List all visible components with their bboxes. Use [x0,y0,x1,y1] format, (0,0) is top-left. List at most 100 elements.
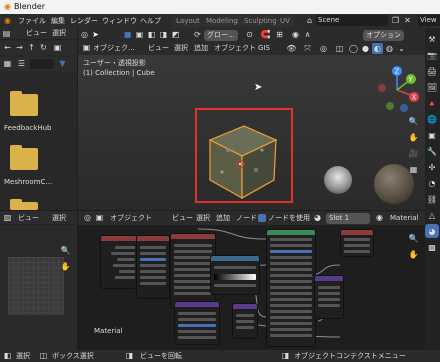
node-view-menu[interactable]: ビュー [172,214,193,223]
shading-options-icon[interactable]: ⌄ [396,43,407,54]
scene-selector[interactable]: Scene [316,15,388,26]
constraints-tab-icon[interactable]: ⛓ [425,192,439,206]
navigation-gizmo[interactable]: Z Y X [374,64,420,112]
uv-grid-canvas[interactable] [8,257,64,315]
overlay-icon[interactable]: ◎ [318,43,329,54]
image-select-menu[interactable]: 選択 [52,214,66,223]
select-extend-icon[interactable]: ▣ [134,29,145,40]
visibility-icon[interactable]: 👁 [286,43,297,54]
tab-modeling[interactable]: Modeling [202,15,242,27]
folder-name-label[interactable]: FeedbackHub [4,124,51,133]
pan-hand-icon[interactable]: ✋ [408,249,419,260]
viewport-view-menu[interactable]: ビュー [148,44,169,53]
options-dropdown[interactable]: オプション [363,30,404,41]
tab-uv[interactable]: UV [276,15,294,27]
node-add-menu[interactable]: 追加 [216,214,230,223]
file-search-input[interactable] [30,59,54,69]
parent-dir-icon[interactable]: ↑ [26,42,37,53]
material-shading-icon[interactable]: ◐ [372,43,383,54]
file-select-menu[interactable]: 選択 [52,29,66,38]
gizmo-icon[interactable]: ⤧ [302,43,313,54]
select-box-icon[interactable]: ■ [122,29,133,40]
orientation-dropdown[interactable]: グロー... [204,30,238,41]
object-mode-icon[interactable]: ▣ [81,42,92,53]
viewport-select-menu[interactable]: 選択 [174,44,188,53]
3d-viewport[interactable]: ◎ ➤ ■ ▣ ◧ ◨ ◩ ⟳ グロー... ⊙ 🧲 ⊞ ◉ ∧ オプション ▣… [78,28,425,210]
camera-view-icon[interactable]: 🎥 [408,148,419,159]
image-texture-node[interactable] [136,235,170,299]
menu-render[interactable]: レンダー [70,16,98,26]
forward-arrow-icon[interactable]: → [14,42,25,53]
refresh-icon[interactable]: ↻ [38,42,49,53]
zoom-icon[interactable]: 🔍 [408,233,419,244]
viewport-object-menu[interactable]: オブジェクト [214,44,256,53]
select-invert-icon[interactable]: ◨ [158,29,169,40]
material-browse-icon[interactable]: ◉ [374,212,385,223]
color-ramp-node[interactable] [210,255,260,295]
render-tab-icon[interactable]: 📷 [425,48,439,62]
object-mode-dropdown[interactable]: オブジェク... [93,44,135,53]
node-select-menu[interactable]: 選択 [196,214,210,223]
zoom-icon[interactable]: 🔍 [408,116,419,127]
object-tab-icon[interactable]: ▣ [425,128,439,142]
use-nodes-checkbox[interactable] [258,214,266,222]
perspective-toggle-icon[interactable]: ▦ [408,164,419,175]
tool-tab-icon[interactable]: ⚒ [425,32,439,46]
material-output-node[interactable] [340,229,374,257]
view-layer-selector[interactable]: View [418,15,440,26]
viewport-add-menu[interactable]: 追加 [194,44,208,53]
image-editor-type-icon[interactable]: ▨ [2,212,13,223]
object-mode-icon[interactable]: ▣ [94,212,105,223]
wireframe-shading-icon[interactable]: ◯ [348,43,359,54]
data-tab-icon[interactable]: △ [425,208,439,222]
image-view-menu[interactable]: ビュー [18,214,39,223]
texture-tab-icon[interactable]: ▩ [425,240,439,254]
shader-node-editor[interactable]: ◎ ▣ オブジェクト ビュー 選択 追加 ノード ノードを使用 ◕ Slot 1… [78,211,425,350]
scene-tab-icon[interactable]: 🔺 [425,96,439,110]
rendered-shading-icon[interactable]: ◍ [384,43,395,54]
proportional-edit-icon[interactable]: ◉ [290,29,301,40]
bump-node[interactable] [174,301,220,345]
folder-icon[interactable] [10,91,38,116]
pivot-icon[interactable]: ⊙ [244,29,255,40]
displacement-node[interactable] [314,275,344,319]
cube-object[interactable] [198,120,288,202]
menu-window[interactable]: ウィンドウ [102,16,137,26]
solid-shading-icon[interactable]: ● [360,43,371,54]
tab-sculpting[interactable]: Sculpting [240,15,281,27]
select-cursor-icon[interactable]: ➤ [90,29,101,40]
node-object-dropdown[interactable]: オブジェクト [110,214,152,223]
material-tab-icon[interactable]: ◕ [425,224,439,238]
viewport-gis-menu[interactable]: GIS [258,44,270,53]
snap-icon[interactable]: 🧲 [260,29,271,40]
particles-tab-icon[interactable]: ✣ [425,160,439,174]
menu-help[interactable]: ヘルプ [140,16,161,26]
principled-bsdf-node[interactable] [266,229,316,347]
pan-hand-icon[interactable]: ✋ [408,132,419,143]
output-tab-icon[interactable]: 🖨 [425,64,439,78]
new-folder-icon[interactable]: ▣ [52,42,63,53]
scene-copy-icon[interactable]: ❐ [390,15,401,26]
modifier-tab-icon[interactable]: 🔧 [425,144,439,158]
file-view-menu[interactable]: ビュー [26,29,47,38]
node-node-menu[interactable]: ノード [236,214,257,223]
snap-target-icon[interactable]: ⊞ [274,29,285,40]
folder-icon[interactable] [10,145,38,170]
viewport-editor-type-icon[interactable]: ◎ [79,29,90,40]
tab-layout[interactable]: Layout [172,15,204,27]
world-tab-icon[interactable]: 🌐 [425,112,439,126]
folder-name-label[interactable]: MeshroomC... [4,178,52,187]
proportional-falloff-icon[interactable]: ∧ [302,29,313,40]
pan-hand-icon[interactable]: ✋ [60,261,71,272]
texture-coordinate-node[interactable] [100,235,138,289]
node-editor-type-icon[interactable]: ◎ [82,212,93,223]
filter-icon[interactable]: ▼ [57,58,68,69]
physics-tab-icon[interactable]: ◔ [425,176,439,190]
material-name-field[interactable]: Material [390,214,418,223]
back-arrow-icon[interactable]: ← [2,42,13,53]
sort-icon[interactable]: ☰ [16,58,27,69]
slot-dropdown[interactable]: Slot 1 [326,213,370,224]
scene-close-icon[interactable]: ✕ [402,15,413,26]
menu-file[interactable]: ファイル [18,16,46,26]
display-mode-icon[interactable]: ▦ [2,58,13,69]
